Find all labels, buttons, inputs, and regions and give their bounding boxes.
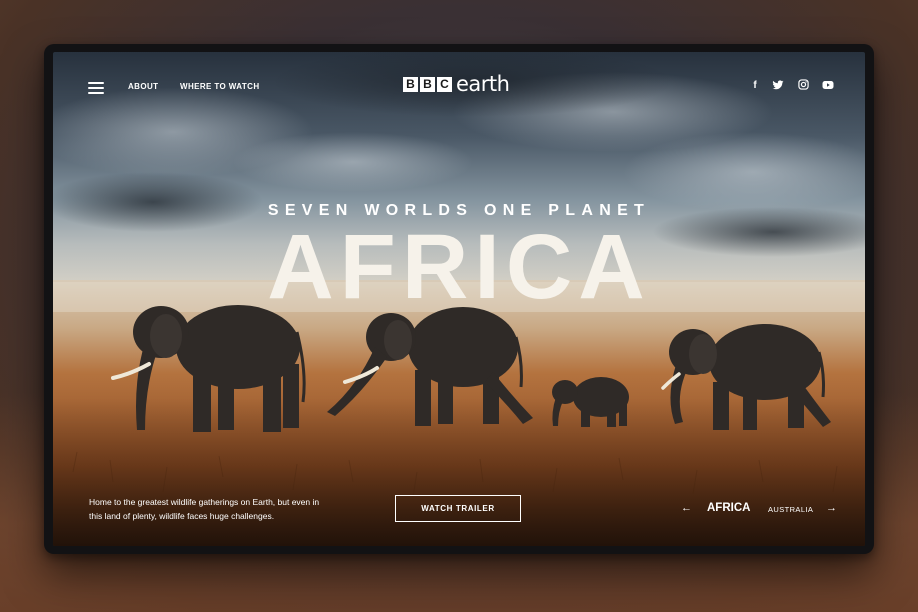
website-screen: ABOUT WHERE TO WATCH B B C earth f SEVEN… — [53, 52, 865, 546]
facebook-icon[interactable]: f — [748, 79, 762, 93]
logo-letter-b2: B — [420, 76, 435, 92]
instagram-icon[interactable] — [796, 79, 810, 93]
prev-arrow-icon[interactable]: ← — [681, 502, 692, 514]
hero-title: AFRICA — [267, 216, 651, 318]
next-arrow-icon[interactable]: → — [826, 502, 837, 514]
device-frame: ABOUT WHERE TO WATCH B B C earth f SEVEN… — [44, 44, 874, 554]
nav-about-link[interactable]: ABOUT — [128, 82, 158, 91]
nav-where-to-watch-link[interactable]: WHERE TO WATCH — [180, 82, 260, 91]
logo-letter-b1: B — [403, 76, 418, 92]
watch-trailer-button[interactable]: WATCH TRAILER — [395, 495, 521, 522]
hamburger-menu-icon[interactable] — [88, 82, 104, 94]
hero-tagline: Home to the greatest wildlife gatherings… — [89, 497, 320, 521]
region-next[interactable]: AUSTRALIA — [768, 505, 813, 514]
logo-letter-c: C — [437, 76, 452, 92]
logo-word: earth — [456, 72, 510, 96]
bbc-earth-logo[interactable]: B B C earth — [403, 72, 510, 96]
region-current[interactable]: AFRICA — [707, 502, 750, 514]
twitter-icon[interactable] — [771, 79, 785, 93]
youtube-icon[interactable] — [821, 79, 835, 93]
